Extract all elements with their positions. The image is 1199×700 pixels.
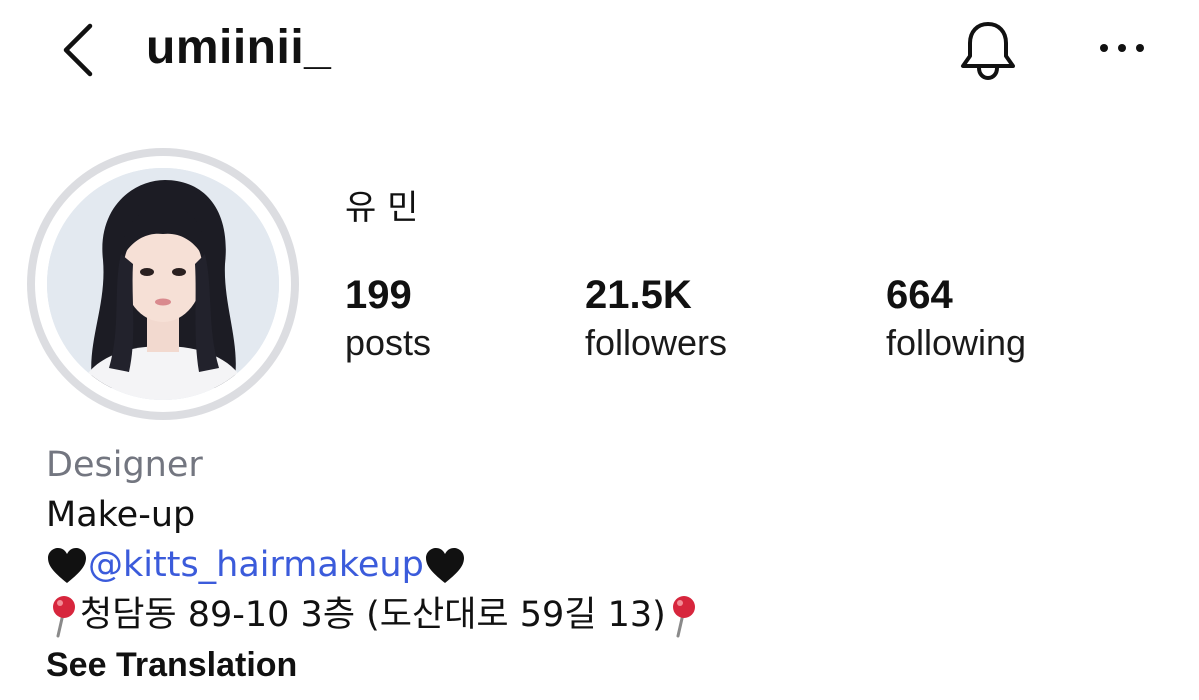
bio-line-makeup: Make-up [46,495,196,535]
mention-link[interactable]: @kitts_hairmakeup [88,545,424,585]
followers-stat[interactable]: 21.5K followers [585,272,727,368]
profile-username: umiinii_ [146,21,332,74]
back-button[interactable] [54,18,104,78]
chevron-left-icon [63,23,93,77]
followers-label: followers [585,322,728,363]
posts-stat[interactable]: 199 posts [345,272,431,368]
top-bar: umiinii_ [0,0,1199,110]
black-heart-icon [48,548,86,583]
following-count: 664 [886,273,953,317]
display-name: 유 민 [345,188,419,228]
black-heart-icon [425,548,464,583]
profile-avatar[interactable] [27,148,299,420]
followers-count: 21.5K [585,273,692,317]
profile-category: Designer [46,445,203,485]
person-portrait-icon [47,168,279,400]
posts-count: 199 [345,273,412,317]
profile-bio: Designer Make-up @kitts_hairmakeup 청담동 8… [46,440,1146,690]
more-options-button[interactable] [1094,30,1150,66]
avatar-photo [47,168,279,400]
following-label: following [886,322,1027,363]
address-text: 청담동 89-10 3층 (도산대로 59길 13) [80,595,666,635]
bio-line-mention: @kitts_hairmakeup [46,540,1146,590]
following-stat[interactable]: 664 following [886,272,1026,368]
posts-label: posts [345,322,432,363]
see-translation-link[interactable]: See Translation [46,640,1146,690]
bell-icon [961,22,1015,81]
round-pushpin-icon [53,596,75,638]
notifications-button[interactable] [955,16,1021,82]
bio-line-address: 청담동 89-10 3층 (도산대로 59길 13) [46,590,1146,640]
round-pushpin-icon [672,596,695,638]
more-horizontal-icon [1100,44,1144,52]
